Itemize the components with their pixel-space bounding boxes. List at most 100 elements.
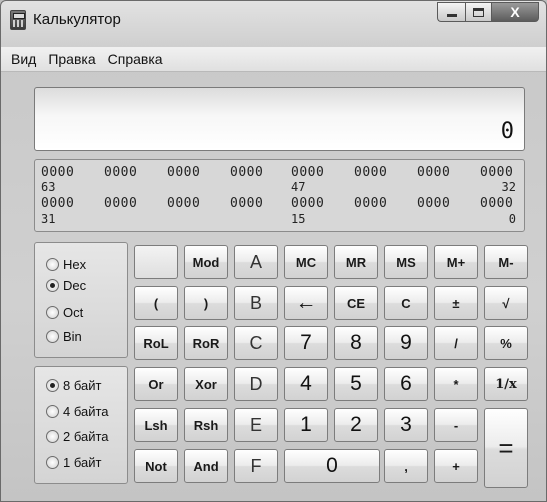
close-button[interactable]: X: [491, 2, 539, 22]
minimize-button[interactable]: [437, 2, 465, 22]
word-size-group: 8 байт 4 байта 2 байта 1 байт: [34, 366, 128, 484]
sqrt-button[interactable]: √: [484, 286, 528, 320]
negate-button[interactable]: ±: [434, 286, 478, 320]
hex-d-button[interactable]: D: [234, 367, 278, 401]
hex-b-button[interactable]: B: [234, 286, 278, 320]
radio-word-indicator: [46, 430, 59, 443]
title-bar[interactable]: Калькулятор X: [1, 1, 546, 47]
radio-bin-label: Bin: [63, 329, 82, 344]
memory-store-button[interactable]: MS: [384, 245, 428, 279]
clear-button[interactable]: C: [384, 286, 428, 320]
rotate-left-button[interactable]: RoL: [134, 326, 178, 360]
digit-9-button[interactable]: 9: [384, 326, 428, 360]
radio-byte[interactable]: 1 байт: [46, 455, 101, 470]
menu-help[interactable]: Справка: [102, 51, 169, 67]
digit-1-button[interactable]: 1: [284, 408, 328, 442]
radio-oct[interactable]: Oct: [46, 305, 83, 320]
percent-button[interactable]: %: [484, 326, 528, 360]
hex-a-button[interactable]: A: [234, 245, 278, 279]
radio-byte-indicator: [46, 456, 59, 469]
digit-3-button[interactable]: 3: [384, 408, 428, 442]
bit-group[interactable]: 0000: [480, 165, 513, 180]
digit-7-button[interactable]: 7: [284, 326, 328, 360]
radio-dec[interactable]: Dec: [46, 278, 86, 293]
not-button[interactable]: Not: [134, 449, 178, 483]
display-value: 0: [500, 119, 514, 144]
maximize-button[interactable]: [465, 2, 491, 22]
xor-button[interactable]: Xor: [184, 367, 228, 401]
bit-group[interactable]: 0000: [480, 196, 513, 211]
subtract-button[interactable]: -: [434, 408, 478, 442]
hex-f-button[interactable]: F: [234, 449, 278, 483]
maximize-icon: [473, 7, 484, 17]
close-paren-button[interactable]: ): [184, 286, 228, 320]
radio-dec-label: Dec: [63, 278, 87, 293]
memory-recall-button[interactable]: MR: [334, 245, 378, 279]
digit-2-button[interactable]: 2: [334, 408, 378, 442]
menu-edit[interactable]: Правка: [42, 51, 101, 67]
radio-dword-indicator: [46, 405, 59, 418]
bit-group[interactable]: 0000: [417, 196, 450, 211]
radio-qword[interactable]: 8 байт: [46, 378, 101, 393]
digit-5-button[interactable]: 5: [334, 367, 378, 401]
bit-group[interactable]: 0000: [230, 196, 263, 211]
hex-e-button[interactable]: E: [234, 408, 278, 442]
radio-hex-indicator: [46, 258, 59, 271]
bit-group[interactable]: 0000: [354, 165, 387, 180]
open-paren-button[interactable]: (: [134, 286, 178, 320]
divide-button[interactable]: /: [434, 326, 478, 360]
digit-6-button[interactable]: 6: [384, 367, 428, 401]
hex-c-button[interactable]: C: [234, 326, 278, 360]
bit-group[interactable]: 0000: [167, 196, 200, 211]
bit-index: 0: [508, 212, 516, 226]
bit-group[interactable]: 0000: [104, 165, 137, 180]
memory-add-button[interactable]: M+: [434, 245, 478, 279]
clear-entry-button[interactable]: CE: [334, 286, 378, 320]
radio-oct-indicator: [46, 306, 59, 319]
bit-group[interactable]: 0000: [354, 196, 387, 211]
menu-bar: Вид Правка Справка: [1, 47, 546, 72]
or-button[interactable]: Or: [134, 367, 178, 401]
menu-view[interactable]: Вид: [5, 51, 42, 67]
mod-button[interactable]: Mod: [184, 245, 228, 279]
radio-word-label: 2 байта: [63, 429, 109, 444]
minimize-icon: [446, 14, 457, 17]
bit-display: 0000 0000 0000 0000 0000 0000 0000 0000 …: [34, 159, 525, 232]
rotate-right-button[interactable]: RoR: [184, 326, 228, 360]
digit-0-button[interactable]: 0: [284, 449, 380, 483]
left-shift-button[interactable]: Lsh: [134, 408, 178, 442]
add-button[interactable]: +: [434, 449, 478, 483]
radio-bin[interactable]: Bin: [46, 329, 82, 344]
bit-index: 63: [41, 180, 56, 194]
bit-group[interactable]: 0000: [291, 196, 324, 211]
radio-qword-label: 8 байт: [63, 378, 102, 393]
reciprocal-button[interactable]: 1/x: [484, 367, 528, 401]
decimal-button[interactable]: ,: [384, 449, 428, 483]
equals-button[interactable]: =: [484, 408, 528, 488]
bit-group[interactable]: 0000: [417, 165, 450, 180]
radio-word[interactable]: 2 байта: [46, 429, 109, 444]
bit-group[interactable]: 0000: [230, 165, 263, 180]
radio-hex[interactable]: Hex: [46, 257, 86, 272]
radio-dword[interactable]: 4 байта: [46, 404, 109, 419]
radio-dec-indicator: [46, 279, 59, 292]
bit-group[interactable]: 0000: [167, 165, 200, 180]
digit-8-button[interactable]: 8: [334, 326, 378, 360]
multiply-button[interactable]: *: [434, 367, 478, 401]
memory-subtract-button[interactable]: M-: [484, 245, 528, 279]
memory-clear-button[interactable]: MC: [284, 245, 328, 279]
radio-dword-label: 4 байта: [63, 404, 109, 419]
bit-index: 32: [501, 180, 516, 194]
blank-key: [134, 245, 178, 279]
window-title: Калькулятор: [33, 11, 121, 28]
bit-group[interactable]: 0000: [291, 165, 324, 180]
digit-4-button[interactable]: 4: [284, 367, 328, 401]
right-shift-button[interactable]: Rsh: [184, 408, 228, 442]
bit-group[interactable]: 0000: [41, 196, 74, 211]
bit-group[interactable]: 0000: [104, 196, 137, 211]
and-button[interactable]: And: [184, 449, 228, 483]
number-base-group: Hex Dec Oct Bin: [34, 242, 128, 358]
radio-qword-indicator: [46, 379, 59, 392]
bit-group[interactable]: 0000: [41, 165, 74, 180]
backspace-button[interactable]: ←: [284, 286, 328, 320]
